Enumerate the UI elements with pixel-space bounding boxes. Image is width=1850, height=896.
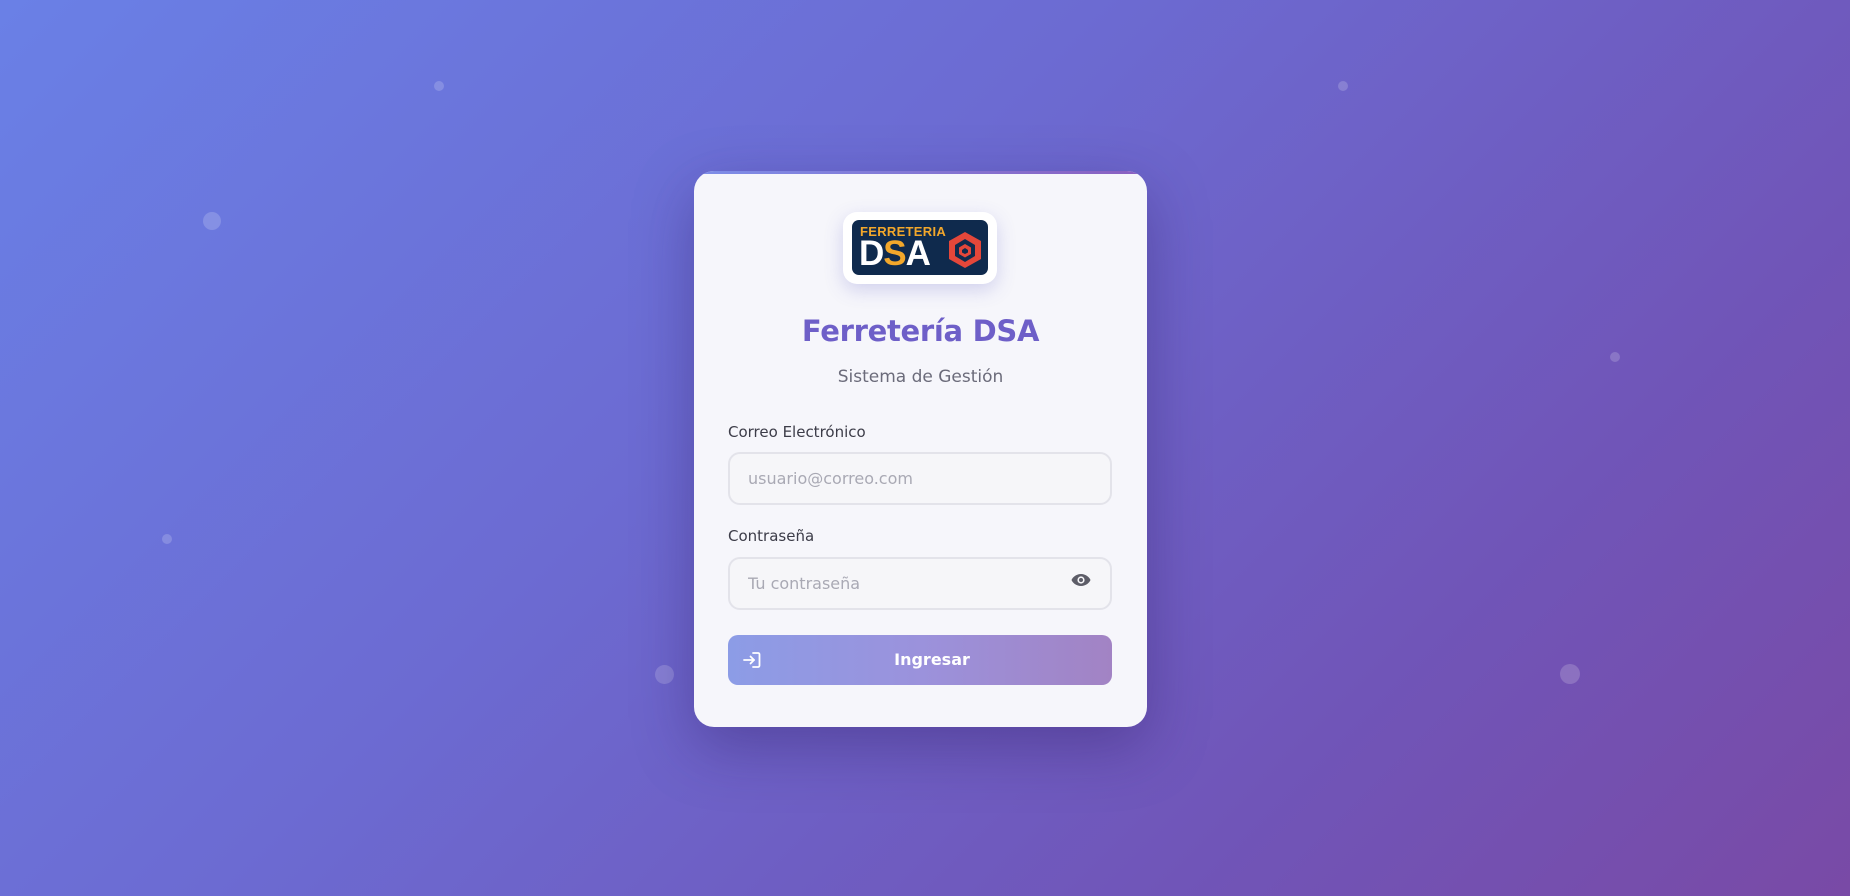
- background-dot: [1560, 664, 1580, 684]
- background-dot: [1610, 352, 1620, 362]
- login-card: FERRETERIA DSA Ferretería DSA Sistema de…: [694, 171, 1147, 727]
- login-button[interactable]: Ingresar: [728, 635, 1112, 685]
- logo-container: FERRETERIA DSA: [843, 212, 997, 284]
- brand-logo: FERRETERIA DSA: [852, 220, 988, 275]
- logo-hexagon-icon: [949, 232, 981, 268]
- logo-main-text: DSA: [859, 234, 931, 273]
- background-dot: [203, 212, 221, 230]
- card-accent-line: [694, 171, 1147, 174]
- page-title: Ferretería DSA: [801, 314, 1040, 348]
- password-label: Contraseña: [728, 527, 815, 545]
- eye-icon[interactable]: [1071, 573, 1091, 587]
- password-field[interactable]: [728, 557, 1112, 610]
- email-label: Correo Electrónico: [728, 423, 866, 441]
- page-subtitle: Sistema de Gestión: [837, 367, 1004, 387]
- background-dot: [1338, 81, 1348, 91]
- background-dot: [434, 81, 444, 91]
- email-field[interactable]: [728, 452, 1112, 505]
- login-button-label: Ingresar: [894, 650, 970, 669]
- background-dot: [162, 534, 172, 544]
- background-dot: [655, 665, 674, 684]
